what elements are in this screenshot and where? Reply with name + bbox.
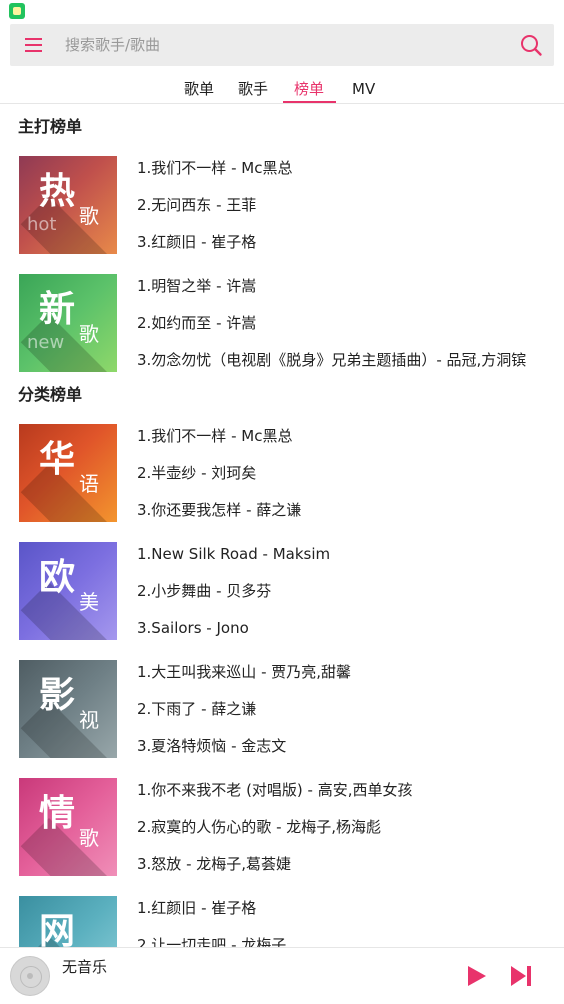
search-icon[interactable] [519,33,543,57]
cover-small-char: 语 [79,472,99,496]
album-disc-icon[interactable] [10,956,50,996]
cover-big-char: 网 [39,911,76,948]
cover-big-char: 影 [39,675,76,716]
song-item[interactable]: 2.无问西东 - 王菲 [137,195,256,215]
category-tabs: 歌单 歌手 榜单 MV [0,76,564,104]
cover-small-char: 美 [79,590,99,614]
cover-small-char: 视 [79,708,99,732]
chart-row-film[interactable]: 影 视 1.大王叫我来巡山 - 贾乃亮,甜馨 2.下雨了 - 薛之谦 3.夏洛特… [0,660,564,760]
song-item[interactable]: 2.如约而至 - 许嵩 [137,313,256,333]
chart-cover-western[interactable]: 欧 美 [19,542,117,640]
section-title-category: 分类榜单 [18,385,83,404]
song-item[interactable]: 1.明智之举 - 许嵩 [137,276,256,296]
chart-row-internet[interactable]: 网 1.红颜旧 - 崔子格 2.让一切走吧 - 龙梅子 [0,896,564,947]
cover-small-char: 歌 [79,204,99,228]
status-bar [0,0,564,22]
song-item[interactable]: 1.我们不一样 - Mc黑总 [137,426,292,446]
tab-singers[interactable]: 歌手 [238,79,268,99]
next-track-icon[interactable] [509,964,533,988]
song-item[interactable]: 1.New Silk Road - Maksim [137,544,330,564]
chart-cover-love[interactable]: 情 歌 [19,778,117,876]
song-item[interactable]: 3.怒放 - 龙梅子,葛荟婕 [137,854,291,874]
active-tab-indicator [283,101,336,103]
app-notification-icon [9,3,25,19]
chart-cover-film[interactable]: 影 视 [19,660,117,758]
search-input[interactable]: 搜索歌手/歌曲 [65,36,160,54]
chart-cover-hot[interactable]: hot 热 歌 [19,156,117,254]
tab-playlists[interactable]: 歌单 [184,79,214,99]
song-item[interactable]: 2.半壶纱 - 刘珂矣 [137,463,256,483]
cover-big-char: 新 [39,289,76,330]
song-item[interactable]: 1.我们不一样 - Mc黑总 [137,158,292,178]
song-item[interactable]: 3.Sailors - Jono [137,618,249,638]
cover-ghost-text: new [27,332,65,353]
cover-big-char: 情 [39,793,76,834]
cover-big-char: 华 [39,439,76,480]
song-item[interactable]: 2.小步舞曲 - 贝多芬 [137,581,271,601]
song-item[interactable]: 3.夏洛特烦恼 - 金志文 [137,736,286,756]
song-item[interactable]: 1.红颜旧 - 崔子格 [137,898,256,918]
chart-row-new[interactable]: new 新 歌 1.明智之举 - 许嵩 2.如约而至 - 许嵩 3.勿念勿忧（电… [0,274,564,374]
chart-row-love[interactable]: 情 歌 1.你不来我不老 (对唱版) - 高安,西单女孩 2.寂寞的人伤心的歌 … [0,778,564,878]
song-item[interactable]: 3.你还要我怎样 - 薛之谦 [137,500,301,520]
song-item[interactable]: 2.下雨了 - 薛之谦 [137,699,256,719]
song-item[interactable]: 1.你不来我不老 (对唱版) - 高安,西单女孩 [137,780,413,800]
chart-row-western[interactable]: 欧 美 1.New Silk Road - Maksim 2.小步舞曲 - 贝多… [0,542,564,642]
play-icon[interactable] [466,964,488,988]
song-item[interactable]: 3.勿念勿忧（电视剧《脱身》兄弟主题插曲）- 品冠,方洞镔 [137,350,526,370]
song-item[interactable]: 2.让一切走吧 - 龙梅子 [137,935,286,947]
cover-small-char: 歌 [79,826,99,850]
cover-big-char: 欧 [39,557,76,598]
now-playing-title: 无音乐 [62,958,108,976]
search-bar[interactable]: 搜索歌手/歌曲 [10,24,554,66]
cover-ghost-text: hot [27,214,57,235]
chart-cover-internet[interactable]: 网 [19,896,117,947]
mini-player[interactable]: 无音乐 [0,947,564,1004]
cover-big-char: 热 [39,171,76,212]
chart-row-chinese[interactable]: 华 语 1.我们不一样 - Mc黑总 2.半壶纱 - 刘珂矣 3.你还要我怎样 … [0,424,564,524]
song-item[interactable]: 1.大王叫我来巡山 - 贾乃亮,甜馨 [137,662,351,682]
tab-mv[interactable]: MV [352,79,375,99]
cover-small-char: 歌 [79,322,99,346]
tab-charts[interactable]: 榜单 [294,79,324,99]
section-title-main: 主打榜单 [18,117,83,136]
chart-row-hot[interactable]: hot 热 歌 1.我们不一样 - Mc黑总 2.无问西东 - 王菲 3.红颜旧… [0,156,564,256]
song-item[interactable]: 2.寂寞的人伤心的歌 - 龙梅子,杨海彪 [137,817,381,837]
chart-cover-chinese[interactable]: 华 语 [19,424,117,522]
menu-icon[interactable] [25,38,42,52]
song-item[interactable]: 3.红颜旧 - 崔子格 [137,232,256,252]
chart-cover-new[interactable]: new 新 歌 [19,274,117,372]
